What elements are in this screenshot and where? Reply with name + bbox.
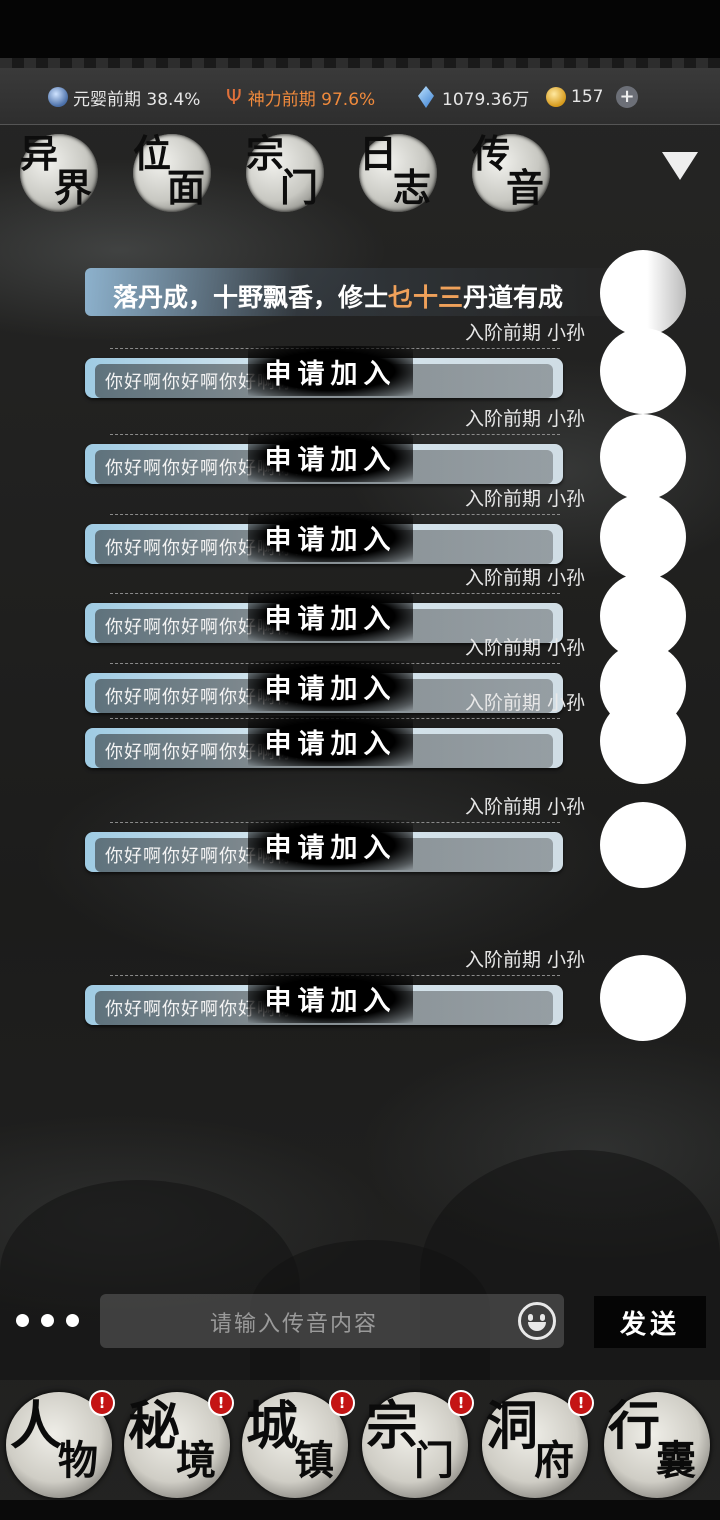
tab-sect[interactable]: 宗 门 [246, 134, 324, 212]
tab-log[interactable]: 日 志 [359, 134, 437, 212]
sender-info: 入阶前期 小孙 [464, 488, 585, 510]
gold-count: 157 [546, 84, 603, 110]
avatar[interactable] [600, 955, 686, 1041]
message-input[interactable]: 请输入传音内容 [100, 1294, 564, 1348]
sender-info: 入阶前期 小孙 [464, 796, 585, 818]
sender-info: 入阶前期 小孙 [464, 408, 585, 430]
notification-badge: ! [329, 1390, 355, 1416]
apply-join-button[interactable]: 申请加入 [248, 716, 413, 766]
status-bar [0, 0, 720, 62]
trident-icon: Ψ [226, 85, 242, 109]
announcement-banner: 落丹成，十野飘香，修士乜十三丹道有成 [85, 268, 615, 316]
emoji-icon[interactable] [518, 1302, 556, 1340]
chat-message: 入阶前期 小孙 你好啊你好啊你好啊你好啊你好 申请加入 [0, 945, 720, 1045]
collapse-arrow-icon[interactable] [662, 152, 698, 180]
realm-progress: 元婴前期 38.4% [48, 84, 200, 110]
apply-join-button[interactable]: 申请加入 [248, 432, 413, 482]
chat-message: 入阶前期 小孙 你好啊你好啊你好啊你好啊你好 申请加入 [0, 792, 720, 892]
avatar[interactable] [600, 802, 686, 888]
add-gold-button[interactable]: + [616, 84, 638, 110]
notification-badge: ! [208, 1390, 234, 1416]
notification-badge: ! [448, 1390, 474, 1416]
more-options-button[interactable] [16, 1314, 79, 1327]
spirit-crystal-icon [418, 86, 434, 108]
gold-coin-icon [546, 87, 566, 107]
sender-info: 入阶前期 小孙 [464, 567, 585, 589]
apply-join-button[interactable]: 申请加入 [248, 512, 413, 562]
header-ornament [0, 58, 720, 68]
chat-message: 入阶前期 小孙 你好啊你好啊你好啊你好啊你好 申请加入 [0, 318, 720, 418]
apply-join-button[interactable]: 申请加入 [248, 661, 413, 711]
spirit-stone-count: 1079.36万 [418, 84, 529, 110]
apply-join-button[interactable]: 申请加入 [248, 346, 413, 396]
tab-plane[interactable]: 位 面 [133, 134, 211, 212]
avatar[interactable] [600, 698, 686, 784]
sender-info: 入阶前期 小孙 [464, 692, 585, 714]
sender-info: 入阶前期 小孙 [464, 322, 585, 344]
notification-badge: ! [568, 1390, 594, 1416]
send-button[interactable]: 发送 [594, 1296, 706, 1348]
realm-orb-icon [48, 87, 68, 107]
sender-info: 入阶前期 小孙 [464, 637, 585, 659]
apply-join-button[interactable]: 申请加入 [248, 973, 413, 1023]
notification-badge: ! [89, 1390, 115, 1416]
nav-bag[interactable]: 行 囊 [604, 1392, 710, 1498]
tab-alien-realm[interactable]: 异 界 [20, 134, 98, 212]
apply-join-button[interactable]: 申请加入 [248, 820, 413, 870]
bottom-edge [0, 1500, 720, 1520]
announcement-text: 落丹成，十野飘香，修士乜十三丹道有成 [113, 283, 564, 312]
avatar[interactable] [600, 328, 686, 414]
apply-join-button[interactable]: 申请加入 [248, 591, 413, 641]
sender-info: 入阶前期 小孙 [464, 949, 585, 971]
tab-messages[interactable]: 传 音 [472, 134, 550, 212]
plus-icon: + [616, 86, 638, 108]
divine-power-progress: Ψ 神力前期 97.6% [226, 85, 376, 110]
